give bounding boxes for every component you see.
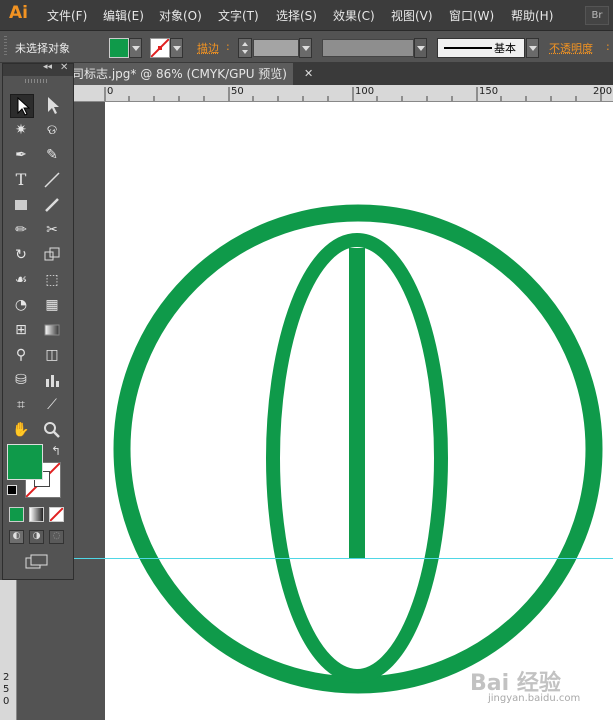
ruler-label-0: 0 — [107, 86, 114, 97]
menu-bar: Ai 文件(F) 编辑(E) 对象(O) 文字(T) 选择(S) 效果(C) 视… — [0, 0, 613, 31]
ruler-ticks — [104, 87, 602, 101]
v-ruler-label-2: 5 — [3, 684, 10, 695]
ruler-label-100: 100 — [355, 86, 375, 97]
collapse-icon[interactable]: ◂◂ — [43, 62, 52, 72]
menu-type[interactable]: 文字(T) — [218, 7, 259, 24]
shape-builder-icon[interactable]: ◔ — [10, 294, 32, 316]
stepper-arrows-icon — [242, 42, 248, 54]
menu-select[interactable]: 选择(S) — [276, 7, 317, 24]
panel-grip[interactable] — [4, 36, 7, 56]
line-icon[interactable] — [41, 169, 63, 191]
menu-edit[interactable]: 编辑(E) — [103, 7, 144, 24]
rectangle-icon[interactable] — [10, 194, 32, 216]
pencil-icon[interactable]: ✏ — [10, 219, 32, 241]
paintbrush-icon[interactable] — [41, 194, 63, 216]
toolbox-fill-swatch[interactable] — [7, 444, 43, 480]
document-tabbar: 司标志.jpg* @ 86% (CMYK/GPU 预览) ✕ — [72, 63, 613, 85]
perspective-grid-icon[interactable]: ▦ — [41, 294, 63, 316]
vertical-ruler[interactable]: 2 5 0 — [0, 580, 17, 720]
none-mode-icon[interactable] — [49, 507, 64, 522]
direct-selection-icon[interactable] — [41, 94, 63, 116]
lasso-icon[interactable]: ଡ — [41, 119, 63, 141]
document-tab[interactable]: 司标志.jpg* @ 86% (CMYK/GPU 预览) — [72, 63, 293, 85]
draw-inside-icon[interactable]: ◌ — [49, 530, 64, 544]
screen-mode-icon[interactable] — [25, 554, 49, 570]
menu-help[interactable]: 帮助(H) — [511, 7, 553, 24]
menu-object[interactable]: 对象(O) — [159, 7, 202, 24]
variable-width-field[interactable] — [322, 39, 414, 57]
stroke-weight-field[interactable] — [253, 39, 299, 57]
menu-effect[interactable]: 效果(C) — [333, 7, 375, 24]
variable-width-dropdown[interactable] — [414, 38, 427, 58]
scale-icon[interactable] — [41, 244, 63, 266]
tools-panel: ◂◂ ✕ ✷ ଡ ✒ ✎ T ✏ ✂ ↻ ☙ ⬚ ◔ ▦ ⊞ ⚲ ◫ ⛁ ⌗ ⟋… — [2, 62, 74, 580]
fill-swatch[interactable] — [109, 38, 129, 58]
default-colors-icon[interactable] — [7, 485, 17, 495]
selection-icon[interactable] — [10, 94, 34, 118]
no-stroke-icon — [151, 39, 169, 57]
stroke-dropdown[interactable] — [170, 38, 183, 58]
fill-dropdown[interactable] — [129, 38, 142, 58]
app-logo: Ai — [9, 3, 28, 23]
pen-icon[interactable]: ✒ — [10, 144, 32, 166]
menu-view[interactable]: 视图(V) — [391, 7, 433, 24]
bridge-button[interactable]: Br — [585, 6, 609, 25]
panel-close-icon[interactable]: ✕ — [60, 62, 68, 73]
document-tab-title: 司标志.jpg* @ 86% (CMYK/GPU 预览) — [72, 67, 287, 81]
brush-definition[interactable]: 基本 — [437, 38, 525, 58]
watermark-url: jingyan.baidu.com — [488, 693, 581, 704]
draw-behind-icon[interactable]: ◑ — [29, 530, 44, 544]
rotate-icon[interactable]: ↻ — [10, 244, 32, 266]
menu-file[interactable]: 文件(F) — [47, 7, 87, 24]
menu-window[interactable]: 窗口(W) — [449, 7, 494, 24]
green-logo[interactable] — [105, 102, 613, 720]
magic-wand-icon[interactable]: ✷ — [10, 119, 32, 141]
horizontal-guide[interactable] — [17, 558, 613, 559]
close-icon[interactable]: ✕ — [304, 63, 313, 85]
stroke-swatch[interactable] — [150, 38, 170, 58]
symbol-sprayer-icon[interactable]: ⛁ — [10, 369, 32, 391]
color-mode-icon[interactable] — [9, 507, 24, 522]
brush-dropdown[interactable] — [526, 38, 539, 58]
mesh-icon[interactable]: ⊞ — [10, 319, 32, 341]
warp-icon[interactable]: ☙ — [10, 269, 32, 291]
gradient-icon[interactable] — [41, 319, 63, 341]
pasteboard-left[interactable] — [17, 580, 73, 720]
curvature-icon[interactable]: ✎ — [41, 144, 63, 166]
gradient-mode-icon[interactable] — [29, 507, 44, 522]
tools-panel-header[interactable]: ◂◂ ✕ — [3, 62, 73, 76]
blend-icon[interactable]: ◫ — [41, 344, 63, 366]
brush-stroke-preview — [444, 47, 492, 49]
eyedropper-icon[interactable]: ⚲ — [10, 344, 32, 366]
artboard-icon[interactable]: ⌗ — [10, 394, 32, 416]
horizontal-ruler[interactable]: 0 50 100 150 200 — [72, 85, 613, 102]
artboard[interactable] — [105, 102, 613, 720]
swap-colors-icon[interactable]: ↰ — [51, 444, 61, 458]
type-icon[interactable]: T — [10, 169, 32, 191]
slice-icon[interactable]: ⟋ — [41, 394, 63, 416]
ruler-label-200: 200 — [593, 86, 613, 97]
panel-grip[interactable] — [25, 79, 49, 83]
free-transform-icon[interactable]: ⬚ — [41, 269, 63, 291]
draw-normal-icon[interactable]: ◐ — [9, 530, 24, 544]
column-graph-icon[interactable] — [41, 369, 63, 391]
ruler-label-50: 50 — [231, 86, 244, 97]
v-ruler-label-1: 2 — [3, 672, 10, 683]
hand-icon[interactable]: ✋ — [10, 419, 32, 441]
zoom-icon[interactable] — [41, 419, 63, 441]
ruler-label-150: 150 — [479, 86, 499, 97]
v-ruler-label-3: 0 — [3, 696, 10, 707]
stroke-weight-stepper[interactable] — [238, 38, 252, 58]
stroke-label-colon: : — [226, 40, 230, 53]
scissors-icon[interactable]: ✂ — [41, 219, 63, 241]
stroke-weight-dropdown[interactable] — [299, 38, 312, 58]
selection-status: 未选择对象 — [15, 42, 70, 55]
stroke-label[interactable]: 描边 — [197, 40, 219, 56]
opacity-label[interactable]: 不透明度 — [549, 40, 593, 56]
brush-name: 基本 — [494, 42, 516, 55]
opacity-label-colon: : — [606, 40, 610, 53]
